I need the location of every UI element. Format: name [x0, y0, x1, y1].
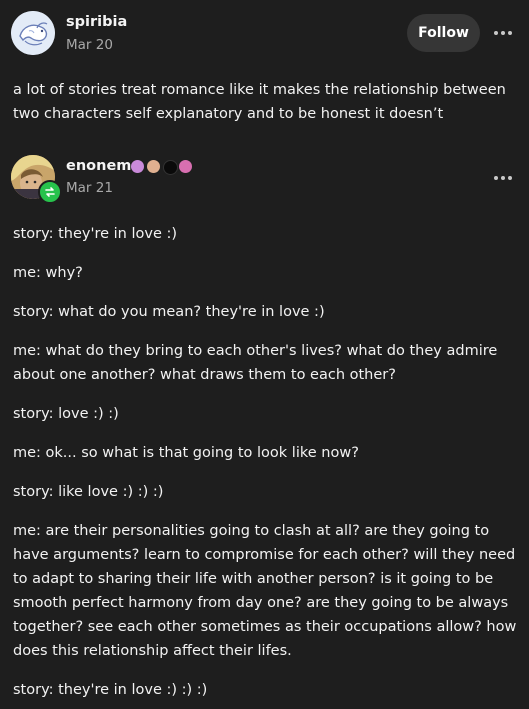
badge-icon[interactable] — [163, 160, 178, 175]
reblog-date[interactable]: Mar 21 — [66, 180, 113, 196]
follow-button[interactable]: Follow — [407, 14, 480, 52]
reply-line: story: like love :) :) :) — [13, 484, 164, 500]
reblog-icon — [38, 180, 62, 204]
reply-line: story: they're in love :) :) :) — [13, 682, 208, 698]
reply-line: me: are their personalities going to cla… — [13, 523, 517, 659]
badge-icon[interactable] — [179, 160, 192, 173]
reply-line: me: why? — [13, 265, 83, 281]
avatar[interactable] — [11, 11, 55, 55]
badge-icon[interactable] — [147, 160, 160, 173]
post-date[interactable]: Mar 20 — [66, 37, 113, 53]
more-options-icon[interactable] — [494, 26, 516, 40]
reblog-username[interactable]: enonem — [66, 158, 131, 174]
reply-line: me: ok... so what is that going to look … — [13, 445, 359, 461]
more-options-icon[interactable] — [494, 171, 516, 185]
original-post-text: a lot of stories treat romance like it m… — [13, 82, 506, 122]
post-username[interactable]: spiribia — [66, 14, 127, 30]
original-post-header: spiribia Mar 20 Follow — [0, 0, 529, 70]
reply-line: me: what do they bring to each other's l… — [13, 343, 498, 383]
dragon-avatar-icon — [11, 11, 55, 55]
reply-line: story: they're in love :) — [13, 226, 178, 242]
badge-icon[interactable] — [131, 160, 144, 173]
reply-line: story: what do you mean? they're in love… — [13, 304, 325, 320]
reply-line: story: love :) :) — [13, 406, 119, 422]
